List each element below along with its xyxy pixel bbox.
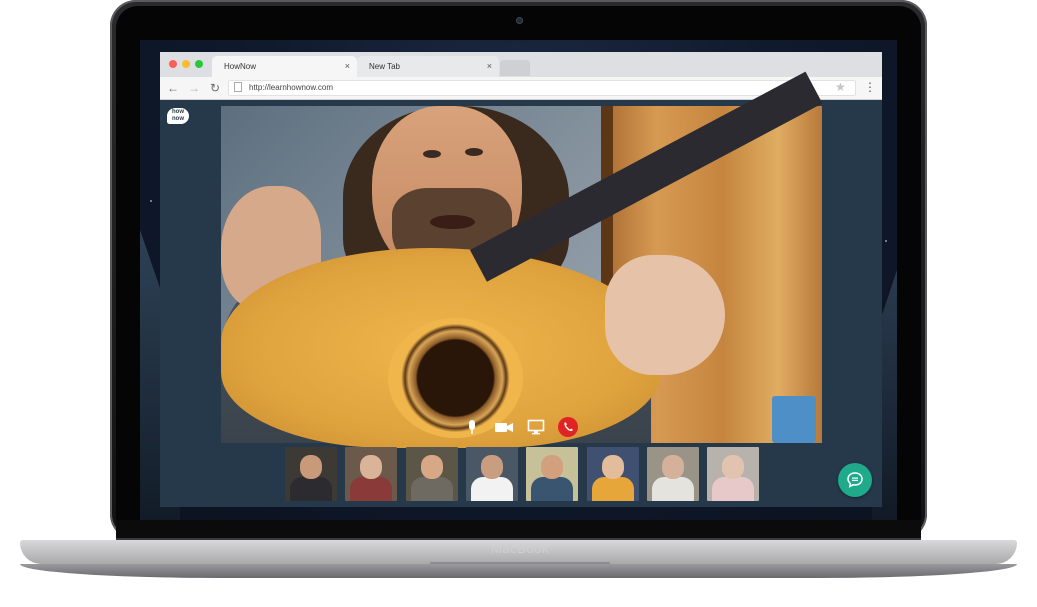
window-close-dot[interactable] <box>169 60 177 68</box>
new-tab-button[interactable] <box>500 60 530 76</box>
participant-thumbnail[interactable] <box>345 447 397 501</box>
participant-thumbnail[interactable] <box>466 447 518 501</box>
bookmark-star-icon[interactable]: ★ <box>835 80 846 94</box>
window-maximize-dot[interactable] <box>195 60 203 68</box>
hownow-logo[interactable]: how now <box>167 108 189 124</box>
tab-label: HowNow <box>224 62 257 71</box>
tab-close-icon[interactable]: × <box>487 61 492 71</box>
video-person-right-hand <box>605 255 725 375</box>
back-icon[interactable]: ← <box>166 81 180 95</box>
participant-thumbnail[interactable] <box>526 447 578 501</box>
webcam-icon <box>516 17 523 24</box>
page-icon <box>234 82 242 92</box>
participant-thumbnail[interactable] <box>587 447 639 501</box>
tab-new-tab[interactable]: New Tab × <box>357 56 499 77</box>
tab-close-icon[interactable]: × <box>345 61 350 71</box>
tab-label: New Tab <box>369 62 400 71</box>
participant-thumbnail[interactable] <box>647 447 699 501</box>
video-blue-cup <box>772 396 816 443</box>
forward-icon[interactable]: → <box>187 81 201 95</box>
reload-icon[interactable]: ↻ <box>208 81 222 95</box>
url-text[interactable]: http://learnhownow.com <box>249 83 333 92</box>
chat-icon[interactable] <box>846 471 864 489</box>
video-person-eye <box>423 150 441 158</box>
participant-thumbnail[interactable] <box>285 447 337 501</box>
browser-menu-icon[interactable]: ⋮ <box>864 80 876 94</box>
participant-thumbnail[interactable] <box>707 447 759 501</box>
video-person-eye <box>465 148 483 156</box>
tab-hownow[interactable]: HowNow × <box>212 56 357 77</box>
hangup-icon[interactable] <box>558 417 578 437</box>
video-person-mouth <box>430 215 475 229</box>
window-minimize-dot[interactable] <box>182 60 190 68</box>
participant-thumbnail[interactable] <box>406 447 458 501</box>
camera-icon[interactable] <box>493 417 513 437</box>
laptop-brand-label: MacBook <box>491 541 549 556</box>
laptop-base-bottom <box>20 564 1017 578</box>
mic-icon[interactable] <box>462 417 482 437</box>
laptop-screen-chin <box>116 520 921 540</box>
screen-share-icon[interactable] <box>526 417 546 437</box>
